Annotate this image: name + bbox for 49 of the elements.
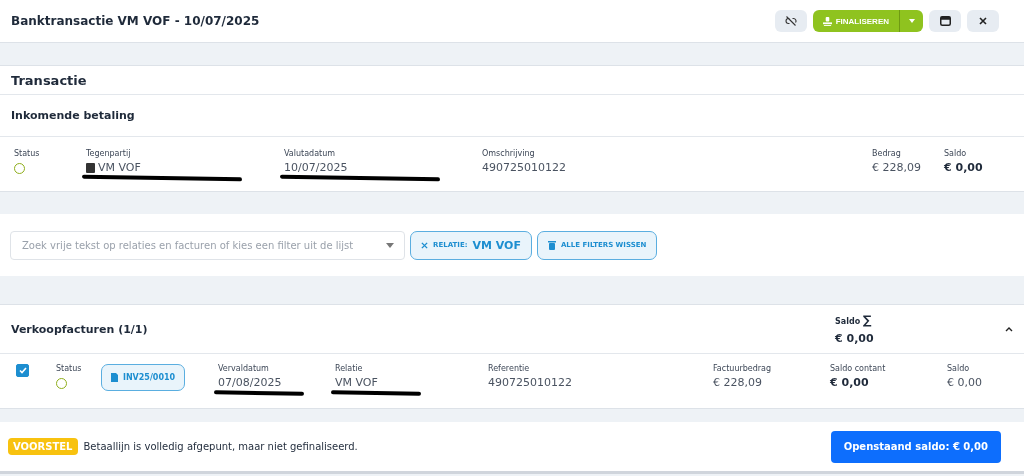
field-label: Saldo — [944, 149, 968, 158]
unlink-button[interactable] — [774, 10, 807, 32]
field-label: Referentie — [488, 364, 531, 373]
field-label: Factuurbedrag — [713, 364, 773, 373]
status-message: Betaallijn is volledig afgepunt, maar niet gefinaliseerd. — [83, 441, 359, 452]
stamp-icon — [822, 16, 832, 26]
section-title: Transactie — [0, 66, 1024, 95]
field-value: € 0,00 — [830, 376, 869, 389]
search-field[interactable]: Zoek vrije tekst op relaties en facturen of kies een filter uit de lijst — [10, 230, 405, 260]
field-label: Tegenpartij — [86, 149, 132, 158]
document-icon — [110, 373, 118, 382]
sum-label: Saldo ∑ — [835, 313, 873, 327]
caret-icon — [386, 242, 394, 248]
window-button[interactable] — [929, 10, 961, 32]
field-label: Status — [56, 364, 83, 373]
collapse-chevron-icon[interactable] — [1005, 326, 1013, 332]
field-label: Relatie — [335, 364, 364, 373]
field-value: VM VOF — [335, 376, 378, 389]
field-value: 10/07/2025 — [284, 161, 348, 174]
field-label: Bedrag — [872, 149, 902, 158]
field-label: Saldo — [947, 364, 971, 373]
field-value: € 228,09 — [872, 161, 921, 174]
field-label: Saldo contant — [830, 364, 887, 373]
invoice-button[interactable]: INV25/0010 — [101, 364, 185, 391]
field-value: 490725010122 — [482, 161, 566, 174]
page-title: Banktransactie VM VOF - 10/07/2025 — [11, 14, 261, 28]
broken-link-icon — [784, 15, 797, 27]
sum-value: € 0,00 — [835, 332, 875, 345]
close-icon — [421, 241, 428, 249]
field-label: Vervaldatum — [218, 364, 270, 373]
field-value: 07/08/2025 — [218, 376, 282, 389]
field-value: VM VOF — [86, 161, 141, 174]
outstanding-balance-button[interactable]: Openstaand saldo: € 0,00 — [830, 430, 1001, 463]
field-value: € 0,00 — [944, 161, 983, 174]
section-subtitle: Inkomende betaling — [0, 95, 1024, 137]
field-value: 490725010122 — [488, 376, 572, 389]
caret-icon — [908, 19, 915, 23]
status-badge: VOORSTEL — [8, 438, 78, 455]
close-button[interactable] — [967, 10, 999, 32]
trash-icon — [547, 240, 556, 250]
field-label: Valutadatum — [284, 149, 337, 158]
row-checkbox[interactable] — [16, 364, 29, 377]
field-value: € 0,00 — [947, 376, 982, 389]
section-title: Verkoopfacturen (1/1) — [11, 322, 149, 336]
field-value: € 228,09 — [713, 376, 762, 389]
window-icon — [939, 16, 951, 26]
close-icon — [979, 17, 987, 25]
field-label: Omschrijving — [482, 149, 536, 158]
field-label: Status — [14, 149, 41, 158]
